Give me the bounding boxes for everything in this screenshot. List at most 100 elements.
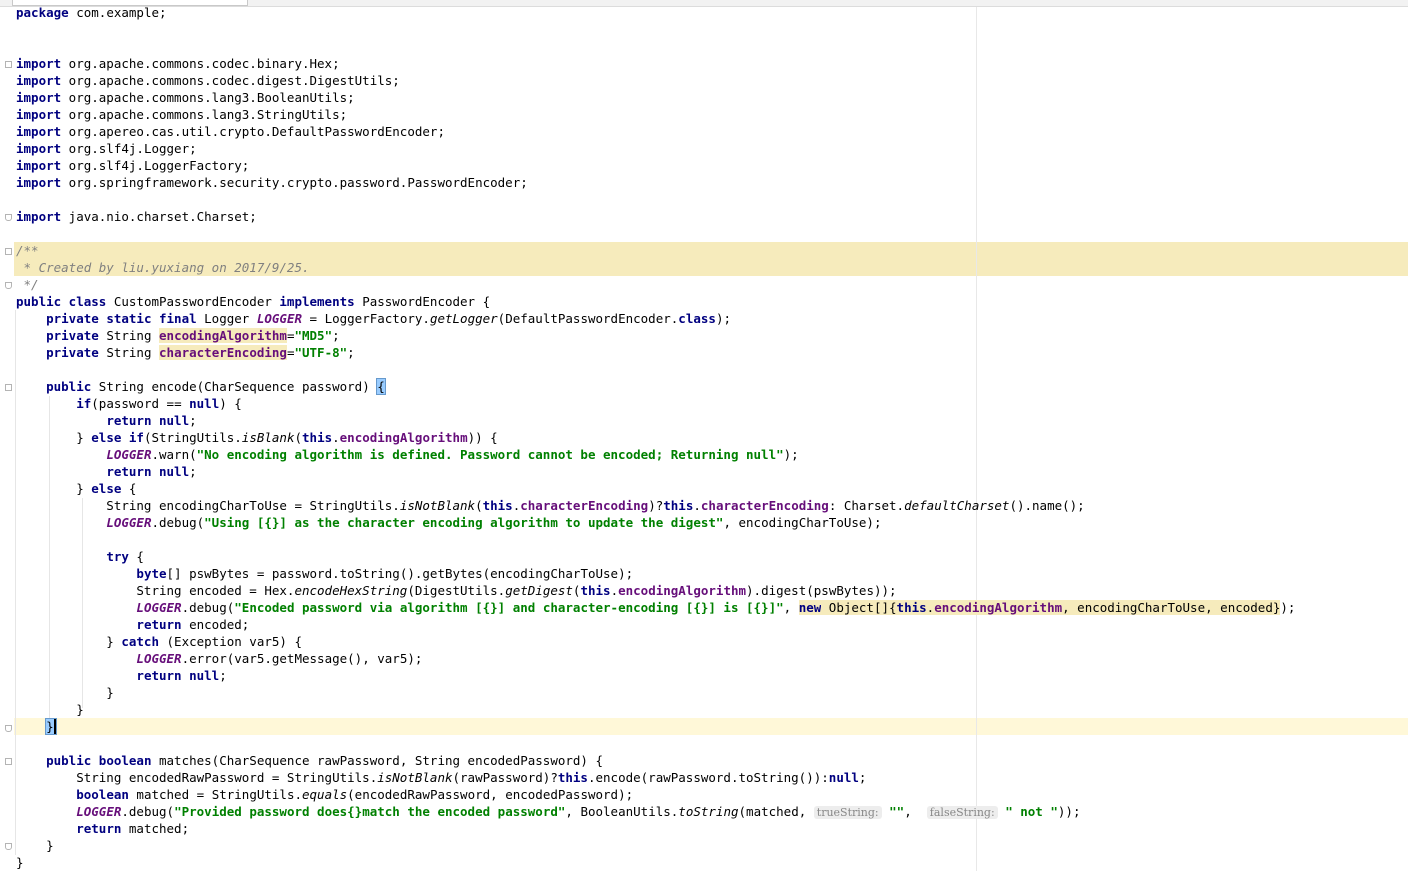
code-line[interactable] (16, 735, 1295, 752)
code-line[interactable]: LOGGER.debug("Encoded password via algor… (16, 599, 1295, 616)
code-line[interactable]: } else if(StringUtils.isBlank(this.encod… (16, 429, 1295, 446)
code-line[interactable]: LOGGER.error(var5.getMessage(), var5); (16, 650, 1295, 667)
code-token: , BooleanUtils. (565, 804, 679, 819)
code-line[interactable]: */ (16, 276, 1295, 293)
code-line[interactable]: } (16, 701, 1295, 718)
code-token: (matched, (738, 804, 814, 819)
code-line[interactable]: import org.slf4j.LoggerFactory; (16, 157, 1295, 174)
code-token: . (610, 583, 619, 598)
code-line[interactable]: return null; (16, 463, 1295, 480)
code-line[interactable] (16, 38, 1295, 55)
code-line[interactable] (16, 531, 1295, 548)
code-line[interactable]: LOGGER.debug("Using [{}] as the characte… (16, 514, 1295, 531)
code-token: import (16, 56, 62, 71)
code-token: LOGGER (136, 651, 182, 666)
code-line[interactable] (16, 191, 1295, 208)
fold-comment-end-icon[interactable] (5, 282, 12, 289)
code-line[interactable]: byte[] pswBytes = password.toString().ge… (16, 565, 1295, 582)
code-line[interactable]: } (16, 854, 1295, 871)
code-line[interactable]: } catch (Exception var5) { (16, 633, 1295, 650)
code-line[interactable]: LOGGER.warn("No encoding algorithm is de… (16, 446, 1295, 463)
code-token: LOGGER (106, 447, 152, 462)
code-token: , encodingCharToUse, encoded} (1062, 600, 1281, 615)
code-editor[interactable]: package com.example; import org.apache.c… (16, 4, 1295, 871)
code-line[interactable]: private String characterEncoding="UTF-8"… (16, 344, 1295, 361)
code-line[interactable]: import org.apache.commons.codec.digest.D… (16, 72, 1295, 89)
code-token: private static final (46, 311, 197, 326)
code-line[interactable]: import org.apache.commons.codec.binary.H… (16, 55, 1295, 72)
code-token: ; (219, 668, 227, 683)
code-line[interactable]: public class CustomPasswordEncoder imple… (16, 293, 1295, 310)
code-line[interactable]: public String encode(CharSequence passwo… (16, 378, 1295, 395)
code-line[interactable]: import org.apereo.cas.util.crypto.Defaul… (16, 123, 1295, 140)
code-token: catch (121, 634, 159, 649)
code-token: return null (106, 464, 190, 479)
code-line[interactable]: import java.nio.charset.Charset; (16, 208, 1295, 225)
code-line[interactable]: } (16, 718, 1295, 735)
code-token: } (45, 718, 57, 735)
code-line[interactable]: return encoded; (16, 616, 1295, 633)
code-token: import (16, 73, 62, 88)
fold-comment-icon[interactable] (5, 248, 12, 255)
code-token: )? (648, 498, 664, 513)
code-token: Logger (196, 311, 257, 326)
fold-encode-method-end-icon[interactable] (5, 725, 12, 732)
code-token: org.springframework.security.crypto.pass… (61, 175, 528, 190)
code-token: */ (16, 277, 39, 292)
code-line[interactable]: } (16, 684, 1295, 701)
code-token: matched; (121, 821, 190, 836)
code-line[interactable] (16, 225, 1295, 242)
code-token: encodingAlgorithm (934, 600, 1063, 615)
code-line[interactable]: LOGGER.debug("Provided password does{}ma… (16, 803, 1295, 820)
code-line[interactable]: private String encodingAlgorithm="MD5"; (16, 327, 1295, 344)
code-line[interactable]: import org.springframework.security.cryp… (16, 174, 1295, 191)
code-token: null (189, 396, 220, 411)
code-line[interactable]: private static final Logger LOGGER = Log… (16, 310, 1295, 327)
fold-encode-method-icon[interactable] (5, 384, 12, 391)
code-line[interactable] (16, 21, 1295, 38)
code-line[interactable]: String encodingCharToUse = StringUtils.i… (16, 497, 1295, 514)
code-line[interactable]: try { (16, 548, 1295, 565)
code-token: * Created by liu.yuxiang on 2017/9/25. (16, 260, 310, 275)
code-line[interactable]: import org.apache.commons.lang3.BooleanU… (16, 89, 1295, 106)
code-line[interactable]: String encodedRawPassword = StringUtils.… (16, 769, 1295, 786)
code-token: encodeHexString (294, 583, 408, 598)
code-line[interactable]: return null; (16, 412, 1295, 429)
code-token: encodingAlgorithm (159, 328, 287, 343)
code-token: encoded; (181, 617, 250, 632)
code-token: "Provided password does{}match the encod… (174, 804, 566, 819)
code-token: ( (294, 430, 303, 445)
code-token: org.apereo.cas.util.crypto.DefaultPasswo… (61, 124, 445, 139)
code-line[interactable]: return null; (16, 667, 1295, 684)
code-line[interactable]: boolean matched = StringUtils.equals(enc… (16, 786, 1295, 803)
code-token: ().name(); (1009, 498, 1085, 513)
code-line[interactable]: return matched; (16, 820, 1295, 837)
code-line[interactable] (16, 361, 1295, 378)
code-token: com.example; (68, 5, 167, 20)
code-line[interactable]: } (16, 837, 1295, 854)
code-line[interactable]: import org.apache.commons.lang3.StringUt… (16, 106, 1295, 123)
code-line[interactable]: String encoded = Hex.encodeHexString(Dig… (16, 582, 1295, 599)
code-line[interactable]: if(password == null) { (16, 395, 1295, 412)
code-line[interactable]: /** (16, 242, 1295, 259)
code-token: ( (475, 498, 483, 513)
fold-matches-method-end-icon[interactable] (5, 843, 12, 850)
code-line[interactable]: package com.example; (16, 4, 1295, 21)
code-token: org.apache.commons.lang3.BooleanUtils; (61, 90, 355, 105)
fold-matches-method-icon[interactable] (5, 758, 12, 765)
fold-imports-end-icon[interactable] (5, 214, 12, 221)
code-line[interactable]: } else { (16, 480, 1295, 497)
code-token: import (16, 175, 62, 190)
code-token: ; (347, 345, 355, 360)
code-line[interactable]: import org.slf4j.Logger; (16, 140, 1295, 157)
code-token: (password == (91, 396, 190, 411)
code-line[interactable]: public boolean matches(CharSequence rawP… (16, 752, 1295, 769)
code-line[interactable]: * Created by liu.yuxiang on 2017/9/25. (16, 259, 1295, 276)
code-token: . (332, 430, 340, 445)
fold-imports-icon[interactable] (5, 61, 12, 68)
